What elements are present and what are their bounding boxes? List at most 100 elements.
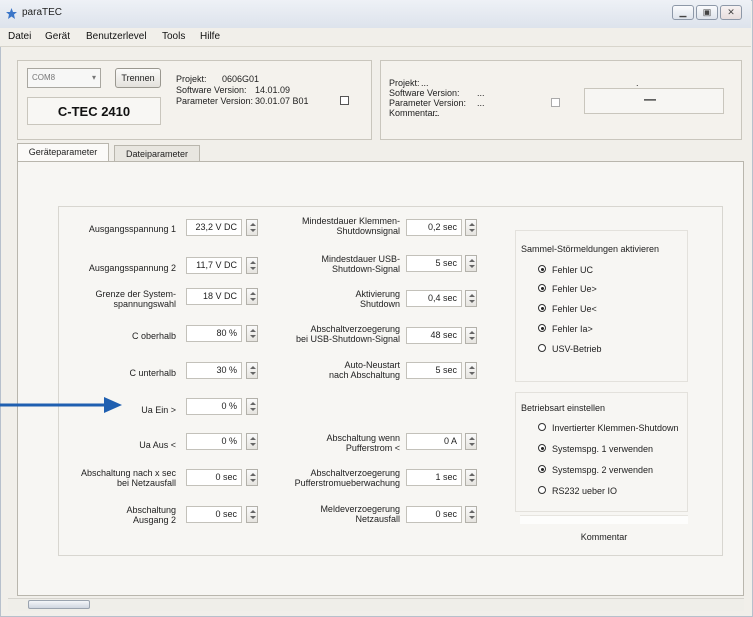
radio-rs232-ueber-io[interactable] xyxy=(538,486,546,494)
title-bar xyxy=(0,0,751,28)
radio-fehler-ue-lt[interactable] xyxy=(538,304,546,312)
param-field-c-unterhalb[interactable]: 30 % xyxy=(186,362,242,379)
spin-up-down-icon[interactable] xyxy=(465,469,477,486)
menu-hilfe[interactable]: Hilfe xyxy=(200,31,220,42)
param-field-ua-aus[interactable]: 0 % xyxy=(186,433,242,450)
param-label-abschaltverzoegerung-puffer: Abschaltverzoegerung Pufferstromueberwac… xyxy=(294,468,400,488)
mode-title: Betriebsart einstellen xyxy=(521,403,606,413)
alarm-label-fehler-ue-gt: Fehler Ue> xyxy=(552,284,597,294)
project-value: 0606G01 xyxy=(222,74,260,84)
menu-tools[interactable]: Tools xyxy=(162,31,185,42)
spin-up-down-icon[interactable] xyxy=(246,288,258,305)
param-field-abschaltverzoegerung-puffer[interactable]: 1 sec xyxy=(406,469,462,486)
param-field-aktivierung-shutdown[interactable]: 0,4 sec xyxy=(406,290,462,307)
spin-up-down-icon[interactable] xyxy=(465,255,477,272)
spin-up-down-icon[interactable] xyxy=(246,362,258,379)
file-info-dot: . xyxy=(636,78,639,88)
param-label-abschaltung-ausgang-2: Abschaltung Ausgang 2 xyxy=(126,505,176,525)
spin-up-down-icon[interactable] xyxy=(246,469,258,486)
param-label-grenze-systemspannungswahl: Grenze der System- spannungswahl xyxy=(95,289,176,309)
mode-label-rs232: RS232 ueber IO xyxy=(552,486,618,496)
alarm-label-fehler-ia: Fehler Ia> xyxy=(552,324,593,334)
radio-systemspg-2[interactable] xyxy=(538,465,546,473)
alarm-label-usv-betrieb: USV-Betrieb xyxy=(552,344,602,354)
horizontal-scrollbar[interactable] xyxy=(8,598,744,611)
file-project-value: ... xyxy=(421,78,429,88)
radio-fehler-uc[interactable] xyxy=(538,265,546,273)
file-parameter-value: ... xyxy=(477,98,485,108)
param-label-meldeverzoegerung: Meldeverzoegerung Netzausfall xyxy=(320,504,400,524)
mode-label-invertierter: Invertierter Klemmen-Shutdown xyxy=(552,423,679,433)
spin-up-down-icon[interactable] xyxy=(465,362,477,379)
spin-up-down-icon[interactable] xyxy=(246,257,258,274)
parameter-version-label: Parameter Version: xyxy=(176,96,254,106)
parameter-version-value: 30.01.07 B01 xyxy=(255,96,309,106)
param-label-aktivierung-shutdown: Aktivierung Shutdown xyxy=(355,289,400,309)
param-field-abschaltung-ausgang-2[interactable]: 0 sec xyxy=(186,506,242,523)
tab-geraeteparameter[interactable]: Geräteparameter xyxy=(17,143,109,162)
param-field-abschaltung-netzausfall[interactable]: 0 sec xyxy=(186,469,242,486)
file-project-label: Projekt: xyxy=(389,78,420,88)
spin-up-down-icon[interactable] xyxy=(465,290,477,307)
param-label-abschaltung-netzausfall: Abschaltung nach x sec bei Netzausfall xyxy=(80,468,176,488)
param-field-auto-neustart[interactable]: 5 sec xyxy=(406,362,462,379)
file-comment-value: ... xyxy=(432,108,440,118)
spin-up-down-icon[interactable] xyxy=(465,433,477,450)
device-name: C-TEC 2410 xyxy=(57,104,131,119)
chevron-down-icon: ▾ xyxy=(91,73,96,82)
app-icon xyxy=(6,8,17,19)
project-label: Projekt: xyxy=(176,74,207,84)
spin-up-down-icon[interactable] xyxy=(465,327,477,344)
radio-fehler-ia[interactable] xyxy=(538,324,546,332)
menu-geraet[interactable]: Gerät xyxy=(45,31,70,42)
spin-up-down-icon[interactable] xyxy=(246,325,258,342)
file-checkbox[interactable] xyxy=(551,98,560,107)
param-field-ua-ein[interactable]: 0 % xyxy=(186,398,242,415)
file-parameter-label: Parameter Version: xyxy=(389,98,467,108)
port-value: COM8 xyxy=(32,73,56,82)
param-field-ausgangsspannung-2[interactable]: 11,7 V DC xyxy=(186,257,242,274)
maximize-icon[interactable]: ▣ xyxy=(696,5,718,20)
menu-datei[interactable]: Datei xyxy=(8,31,31,42)
spin-up-down-icon[interactable] xyxy=(246,433,258,450)
param-field-meldeverzoegerung[interactable]: 0 sec xyxy=(406,506,462,523)
close-icon[interactable]: ✕ xyxy=(720,5,742,20)
mode-label-systemspg-1: Systemspg. 1 verwenden xyxy=(552,444,654,454)
minimize-icon[interactable]: ▁ xyxy=(672,5,694,20)
param-label-auto-neustart: Auto-Neustart nach Abschaltung xyxy=(328,360,400,380)
spin-up-down-icon[interactable] xyxy=(246,506,258,523)
comment-button[interactable]: Kommentar xyxy=(520,532,688,542)
param-field-abschaltverzoegerung-usb[interactable]: 48 sec xyxy=(406,327,462,344)
software-version-value: 14.01.09 xyxy=(255,85,291,95)
param-field-abschaltung-pufferstrom[interactable]: 0 A xyxy=(406,433,462,450)
param-field-mindestdauer-klemmen[interactable]: 0,2 sec xyxy=(406,219,462,236)
file-software-value: ... xyxy=(477,88,485,98)
menu-benutzerlevel[interactable]: Benutzerlevel xyxy=(86,31,147,42)
param-field-mindestdauer-usb[interactable]: 5 sec xyxy=(406,255,462,272)
scrollbar-thumb[interactable] xyxy=(28,600,90,609)
port-select[interactable]: COM8 ▾ xyxy=(27,68,101,88)
radio-fehler-ue-gt[interactable] xyxy=(538,284,546,292)
radio-invertierter-klemmen-shutdown[interactable] xyxy=(538,423,546,431)
spin-up-down-icon[interactable] xyxy=(465,219,477,236)
param-field-grenze-systemspannungswahl[interactable]: 18 V DC xyxy=(186,288,242,305)
param-label-mindestdauer-usb: Mindestdauer USB- Shutdown-Signal xyxy=(321,254,400,274)
mode-label-systemspg-2: Systemspg. 2 verwenden xyxy=(552,465,654,475)
alarms-title: Sammel-Störmeldungen aktivieren xyxy=(521,244,660,254)
file-display-value: — xyxy=(644,92,656,106)
param-label-c-unterhalb: C unterhalb xyxy=(129,368,176,378)
param-label-ausgangsspannung-2: Ausgangsspannung 2 xyxy=(88,263,176,273)
arrow-annotation-icon xyxy=(0,397,122,413)
parameter-version-checkbox[interactable] xyxy=(340,96,349,105)
radio-usv-betrieb[interactable] xyxy=(538,344,546,352)
disconnect-button[interactable]: Trennen xyxy=(115,68,161,88)
radio-systemspg-1[interactable] xyxy=(538,444,546,452)
param-label-abschaltung-pufferstrom: Abschaltung wenn Pufferstrom < xyxy=(326,433,400,453)
file-software-label: Software Version: xyxy=(389,88,460,98)
param-field-c-oberhalb[interactable]: 80 % xyxy=(186,325,242,342)
spin-up-down-icon[interactable] xyxy=(246,219,258,236)
spin-up-down-icon[interactable] xyxy=(246,398,258,415)
spin-up-down-icon[interactable] xyxy=(465,506,477,523)
window-title: paraTEC xyxy=(22,7,63,18)
param-field-ausgangsspannung-1[interactable]: 23,2 V DC xyxy=(186,219,242,236)
